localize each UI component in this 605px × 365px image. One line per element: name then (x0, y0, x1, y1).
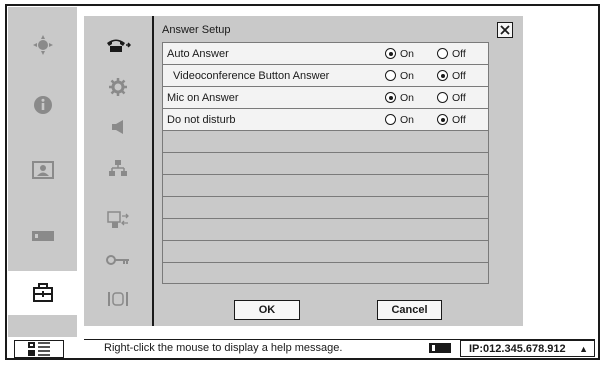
menu-button[interactable] (14, 340, 64, 358)
frame-icon[interactable] (84, 282, 152, 316)
setup-toolbox-icon[interactable] (8, 271, 77, 315)
videoconference-button-answer-row: Videoconference Button Answer On Off (162, 64, 489, 86)
mic-on-answer-row: Mic on Answer On Off (162, 86, 489, 108)
video-input-icon[interactable] (8, 214, 77, 258)
setting-label: Videoconference Button Answer (173, 69, 330, 82)
auto-answer-on-radio[interactable]: On (385, 48, 414, 60)
help-message: Right-click the mouse to display a help … (104, 342, 343, 354)
auto-answer-off-radio[interactable]: Off (437, 48, 466, 60)
empty-row (162, 262, 489, 284)
settings-table: Auto Answer On Off Videoconference Butto… (162, 42, 489, 284)
cancel-button[interactable]: Cancel (377, 300, 442, 320)
triangle-up-icon: ▲ (579, 344, 588, 354)
empty-row (162, 174, 489, 196)
ok-button[interactable]: OK (234, 300, 300, 320)
mic-on-answer-off-radio[interactable]: Off (437, 92, 466, 104)
speaker-icon[interactable] (84, 110, 152, 144)
setting-label: Auto Answer (167, 47, 229, 60)
empty-row (162, 196, 489, 218)
dialog-title: Answer Setup (162, 24, 231, 36)
empty-row (162, 130, 489, 152)
settings-category-list (84, 16, 154, 326)
empty-row (162, 152, 489, 174)
do-not-disturb-on-radio[interactable]: On (385, 114, 414, 126)
gear-icon[interactable] (84, 70, 152, 104)
setting-label: Mic on Answer (167, 91, 239, 104)
info-icon[interactable] (8, 83, 77, 127)
close-icon (500, 25, 510, 35)
telephone-answer-icon[interactable] (84, 28, 152, 62)
do-not-disturb-row: Do not disturb On Off (162, 108, 489, 130)
ip-address-box[interactable]: IP:012.345.678.912 ▲ (460, 340, 595, 357)
network-icon[interactable] (84, 151, 152, 185)
video-connection-icon (428, 342, 452, 357)
status-bar: Right-click the mouse to display a help … (88, 340, 595, 357)
do-not-disturb-off-radio[interactable]: Off (437, 114, 466, 126)
answer-setup-dialog: Answer Setup Auto Answer On Off Videocon… (154, 16, 523, 326)
menu-list-icon (28, 342, 50, 356)
setting-label: Do not disturb (167, 113, 236, 126)
mic-on-answer-on-radio[interactable]: On (385, 92, 414, 104)
videoconference-button-answer-on-radio[interactable]: On (385, 70, 414, 82)
key-icon[interactable] (84, 243, 152, 277)
empty-row (162, 218, 489, 240)
close-button[interactable] (497, 22, 513, 38)
main-nav (8, 7, 77, 337)
ip-address: IP:012.345.678.912 (469, 342, 566, 355)
contact-icon[interactable] (8, 148, 77, 192)
videoconference-button-answer-off-radio[interactable]: Off (437, 70, 466, 82)
empty-row (162, 240, 489, 262)
auto-answer-row: Auto Answer On Off (162, 42, 489, 64)
camera-control-icon[interactable] (8, 23, 77, 67)
display-icon[interactable] (84, 203, 152, 237)
